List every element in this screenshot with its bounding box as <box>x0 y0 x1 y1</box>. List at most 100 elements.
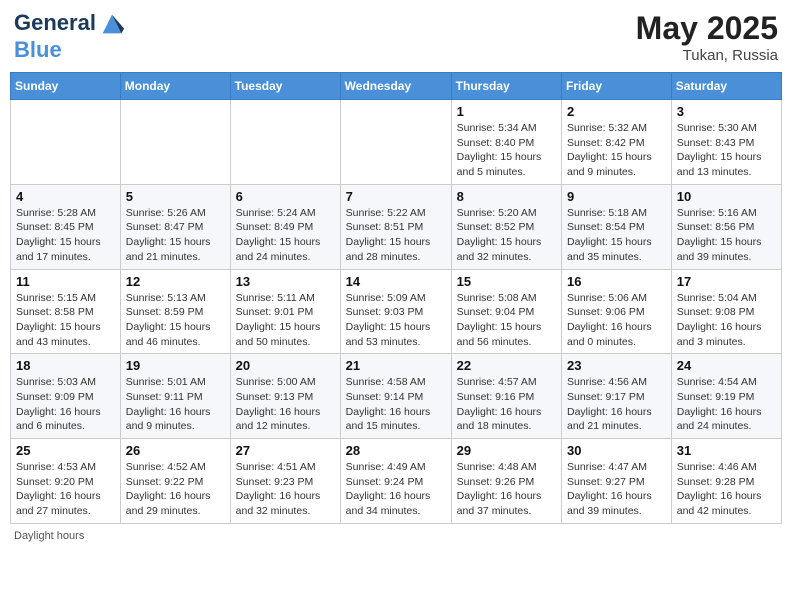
day-info: Sunrise: 5:22 AM Sunset: 8:51 PM Dayligh… <box>346 206 446 265</box>
day-number: 7 <box>346 189 446 204</box>
footer: Daylight hours <box>10 530 782 542</box>
day-number: 16 <box>567 274 666 289</box>
logo-text: General <box>14 10 126 38</box>
calendar-cell: 10 Sunrise: 5:16 AM Sunset: 8:56 PM Dayli… <box>671 184 781 269</box>
day-number: 19 <box>126 358 225 373</box>
weekday-header: Saturday <box>671 73 781 100</box>
day-number: 10 <box>677 189 776 204</box>
calendar-cell: 2Sunrise: 5:32 AM Sunset: 8:42 PM Daylig… <box>562 100 672 185</box>
day-info: Sunrise: 5:11 AM Sunset: 9:01 PM Dayligh… <box>236 291 335 350</box>
day-info: Sunrise: 5:30 AM Sunset: 8:43 PM Dayligh… <box>677 121 776 180</box>
day-info: Sunrise: 4:48 AM Sunset: 9:26 PM Dayligh… <box>457 460 556 519</box>
day-number: 27 <box>236 443 335 458</box>
calendar-cell: 11Sunrise: 5:15 AM Sunset: 8:58 PM Dayli… <box>11 269 121 354</box>
day-number: 18 <box>16 358 115 373</box>
day-info: Sunrise: 4:52 AM Sunset: 9:22 PM Dayligh… <box>126 460 225 519</box>
day-info: Sunrise: 4:54 AM Sunset: 9:19 PM Dayligh… <box>677 375 776 434</box>
weekday-header-row: SundayMondayTuesdayWednesdayThursdayFrid… <box>11 73 782 100</box>
day-info: Sunrise: 4:58 AM Sunset: 9:14 PM Dayligh… <box>346 375 446 434</box>
day-info: Sunrise: 5:34 AM Sunset: 8:40 PM Dayligh… <box>457 121 556 180</box>
day-info: Sunrise: 5:20 AM Sunset: 8:52 PM Dayligh… <box>457 206 556 265</box>
day-info: Sunrise: 5:16 AM Sunset: 8:56 PM Dayligh… <box>677 206 776 265</box>
page-header: General Blue May 2025 Tukan, Russia <box>10 10 782 64</box>
weekday-header: Thursday <box>451 73 561 100</box>
weekday-header: Tuesday <box>230 73 340 100</box>
calendar-cell: 31 Sunrise: 4:46 AM Sunset: 9:28 PM Dayli… <box>671 439 781 524</box>
day-info: Sunrise: 4:53 AM Sunset: 9:20 PM Dayligh… <box>16 460 115 519</box>
calendar-cell: 15 Sunrise: 5:08 AM Sunset: 9:04 PM Dayli… <box>451 269 561 354</box>
day-number: 14 <box>346 274 446 289</box>
day-info: Sunrise: 5:24 AM Sunset: 8:49 PM Dayligh… <box>236 206 335 265</box>
day-number: 4 <box>16 189 115 204</box>
day-info: Sunrise: 5:13 AM Sunset: 8:59 PM Dayligh… <box>126 291 225 350</box>
day-info: Sunrise: 5:01 AM Sunset: 9:11 PM Dayligh… <box>126 375 225 434</box>
calendar-cell: 23 Sunrise: 4:56 AM Sunset: 9:17 PM Dayli… <box>562 354 672 439</box>
day-number: 23 <box>567 358 666 373</box>
day-info: Sunrise: 4:56 AM Sunset: 9:17 PM Dayligh… <box>567 375 666 434</box>
day-number: 28 <box>346 443 446 458</box>
day-number: 20 <box>236 358 335 373</box>
calendar-cell <box>230 100 340 185</box>
calendar-cell: 7 Sunrise: 5:22 AM Sunset: 8:51 PM Daylig… <box>340 184 451 269</box>
day-number: 15 <box>457 274 556 289</box>
day-info: Sunrise: 5:06 AM Sunset: 9:06 PM Dayligh… <box>567 291 666 350</box>
day-info: Sunrise: 4:51 AM Sunset: 9:23 PM Dayligh… <box>236 460 335 519</box>
calendar-cell: 21 Sunrise: 4:58 AM Sunset: 9:14 PM Dayli… <box>340 354 451 439</box>
title-block: May 2025 Tukan, Russia <box>636 10 778 64</box>
day-info: Sunrise: 5:26 AM Sunset: 8:47 PM Dayligh… <box>126 206 225 265</box>
day-number: 21 <box>346 358 446 373</box>
day-number: 8 <box>457 189 556 204</box>
calendar-week-row: 11Sunrise: 5:15 AM Sunset: 8:58 PM Dayli… <box>11 269 782 354</box>
calendar-cell: 25 Sunrise: 4:53 AM Sunset: 9:20 PM Dayli… <box>11 439 121 524</box>
calendar-cell: 19 Sunrise: 5:01 AM Sunset: 9:11 PM Dayli… <box>120 354 230 439</box>
daylight-label: Daylight hours <box>14 530 84 542</box>
day-info: Sunrise: 5:28 AM Sunset: 8:45 PM Dayligh… <box>16 206 115 265</box>
day-info: Sunrise: 5:32 AM Sunset: 8:42 PM Dayligh… <box>567 121 666 180</box>
logo-icon <box>98 10 126 38</box>
day-number: 12 <box>126 274 225 289</box>
day-info: Sunrise: 4:57 AM Sunset: 9:16 PM Dayligh… <box>457 375 556 434</box>
calendar-cell: 3Sunrise: 5:30 AM Sunset: 8:43 PM Daylig… <box>671 100 781 185</box>
day-info: Sunrise: 5:03 AM Sunset: 9:09 PM Dayligh… <box>16 375 115 434</box>
location-subtitle: Tukan, Russia <box>636 47 778 64</box>
day-number: 5 <box>126 189 225 204</box>
day-number: 11 <box>16 274 115 289</box>
calendar-cell: 4 Sunrise: 5:28 AM Sunset: 8:45 PM Daylig… <box>11 184 121 269</box>
calendar-cell: 16 Sunrise: 5:06 AM Sunset: 9:06 PM Dayli… <box>562 269 672 354</box>
calendar-cell: 14 Sunrise: 5:09 AM Sunset: 9:03 PM Dayli… <box>340 269 451 354</box>
calendar-cell: 30Sunrise: 4:47 AM Sunset: 9:27 PM Dayli… <box>562 439 672 524</box>
day-info: Sunrise: 5:18 AM Sunset: 8:54 PM Dayligh… <box>567 206 666 265</box>
day-info: Sunrise: 4:49 AM Sunset: 9:24 PM Dayligh… <box>346 460 446 519</box>
weekday-header: Sunday <box>11 73 121 100</box>
day-info: Sunrise: 5:00 AM Sunset: 9:13 PM Dayligh… <box>236 375 335 434</box>
day-info: Sunrise: 5:08 AM Sunset: 9:04 PM Dayligh… <box>457 291 556 350</box>
day-number: 13 <box>236 274 335 289</box>
calendar-cell: 26Sunrise: 4:52 AM Sunset: 9:22 PM Dayli… <box>120 439 230 524</box>
calendar-cell <box>340 100 451 185</box>
calendar-cell: 29 Sunrise: 4:48 AM Sunset: 9:26 PM Dayli… <box>451 439 561 524</box>
month-year-title: May 2025 <box>636 10 778 47</box>
weekday-header: Friday <box>562 73 672 100</box>
day-number: 6 <box>236 189 335 204</box>
calendar-table: SundayMondayTuesdayWednesdayThursdayFrid… <box>10 72 782 524</box>
calendar-cell: 5 Sunrise: 5:26 AM Sunset: 8:47 PM Daylig… <box>120 184 230 269</box>
calendar-cell: 6 Sunrise: 5:24 AM Sunset: 8:49 PM Daylig… <box>230 184 340 269</box>
day-number: 29 <box>457 443 556 458</box>
day-info: Sunrise: 4:46 AM Sunset: 9:28 PM Dayligh… <box>677 460 776 519</box>
calendar-cell: 18 Sunrise: 5:03 AM Sunset: 9:09 PM Dayli… <box>11 354 121 439</box>
calendar-cell: 28 Sunrise: 4:49 AM Sunset: 9:24 PM Dayli… <box>340 439 451 524</box>
day-number: 31 <box>677 443 776 458</box>
day-number: 1 <box>457 104 556 119</box>
calendar-week-row: 4 Sunrise: 5:28 AM Sunset: 8:45 PM Daylig… <box>11 184 782 269</box>
calendar-cell: 17Sunrise: 5:04 AM Sunset: 9:08 PM Dayli… <box>671 269 781 354</box>
calendar-week-row: 25 Sunrise: 4:53 AM Sunset: 9:20 PM Dayli… <box>11 439 782 524</box>
day-info: Sunrise: 5:09 AM Sunset: 9:03 PM Dayligh… <box>346 291 446 350</box>
calendar-cell: 12 Sunrise: 5:13 AM Sunset: 8:59 PM Dayli… <box>120 269 230 354</box>
weekday-header: Wednesday <box>340 73 451 100</box>
calendar-cell: 22Sunrise: 4:57 AM Sunset: 9:16 PM Dayli… <box>451 354 561 439</box>
day-info: Sunrise: 4:47 AM Sunset: 9:27 PM Dayligh… <box>567 460 666 519</box>
weekday-header: Monday <box>120 73 230 100</box>
logo-line2: Blue <box>14 38 126 62</box>
logo: General Blue <box>14 10 126 62</box>
day-number: 25 <box>16 443 115 458</box>
